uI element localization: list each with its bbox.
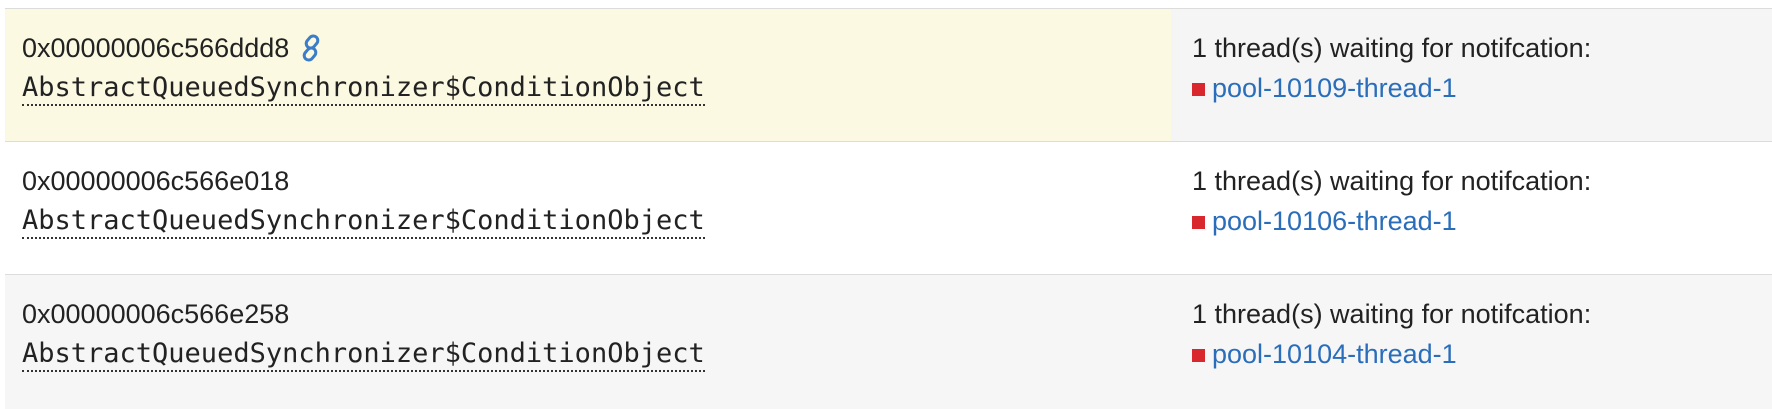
waiting-threads-cell: 1 thread(s) waiting for notifcation: poo… [1171, 275, 1772, 409]
thread-entry: pool-10104-thread-1 [1192, 337, 1772, 371]
table-row: 0x00000006c566ddd8 AbstractQueuedSynchro… [5, 9, 1772, 142]
thread-state-square-icon [1192, 82, 1205, 96]
monitor-cell: 0x00000006c566e258 AbstractQueuedSynchro… [5, 275, 1171, 409]
monitor-table: 0x00000006c566ddd8 AbstractQueuedSynchro… [5, 8, 1772, 409]
link-chain-icon[interactable] [298, 34, 324, 62]
monitor-cell: 0x00000006c566e018 AbstractQueuedSynchro… [5, 142, 1171, 274]
monitor-address: 0x00000006c566ddd8 [22, 33, 290, 63]
thread-entry: pool-10106-thread-1 [1192, 204, 1772, 238]
monitor-class-name: AbstractQueuedSynchronizer$ConditionObje… [22, 205, 705, 239]
monitor-address: 0x00000006c566e258 [22, 299, 290, 329]
monitor-class-name: AbstractQueuedSynchronizer$ConditionObje… [22, 338, 705, 372]
thread-state-square-icon [1192, 215, 1205, 229]
monitor-address-line: 0x00000006c566e258 [22, 297, 1171, 331]
monitor-class-line: AbstractQueuedSynchronizer$ConditionObje… [22, 204, 1171, 239]
monitor-class-line: AbstractQueuedSynchronizer$ConditionObje… [22, 337, 1171, 372]
monitor-class-line: AbstractQueuedSynchronizer$ConditionObje… [22, 71, 1171, 106]
waiting-threads-cell: 1 thread(s) waiting for notifcation: poo… [1171, 9, 1772, 141]
thread-link[interactable]: pool-10104-thread-1 [1212, 337, 1457, 371]
thread-entry: pool-10109-thread-1 [1192, 71, 1772, 105]
waiting-threads-label: 1 thread(s) waiting for notifcation: [1192, 299, 1592, 329]
thread-link[interactable]: pool-10106-thread-1 [1212, 204, 1457, 238]
table-row: 0x00000006c566e018 AbstractQueuedSynchro… [5, 142, 1772, 275]
thread-state-square-icon [1192, 348, 1205, 362]
table-row: 0x00000006c566e258 AbstractQueuedSynchro… [5, 275, 1772, 409]
waiting-threads-label: 1 thread(s) waiting for notifcation: [1192, 33, 1592, 63]
monitor-class-name: AbstractQueuedSynchronizer$ConditionObje… [22, 72, 705, 106]
thread-link[interactable]: pool-10109-thread-1 [1212, 71, 1457, 105]
waiting-threads-label: 1 thread(s) waiting for notifcation: [1192, 166, 1592, 196]
monitor-address: 0x00000006c566e018 [22, 166, 290, 196]
waiting-threads-cell: 1 thread(s) waiting for notifcation: poo… [1171, 142, 1772, 274]
monitor-address-line: 0x00000006c566ddd8 [22, 31, 1171, 65]
monitor-address-line: 0x00000006c566e018 [22, 164, 1171, 198]
monitor-cell: 0x00000006c566ddd8 AbstractQueuedSynchro… [5, 9, 1171, 141]
